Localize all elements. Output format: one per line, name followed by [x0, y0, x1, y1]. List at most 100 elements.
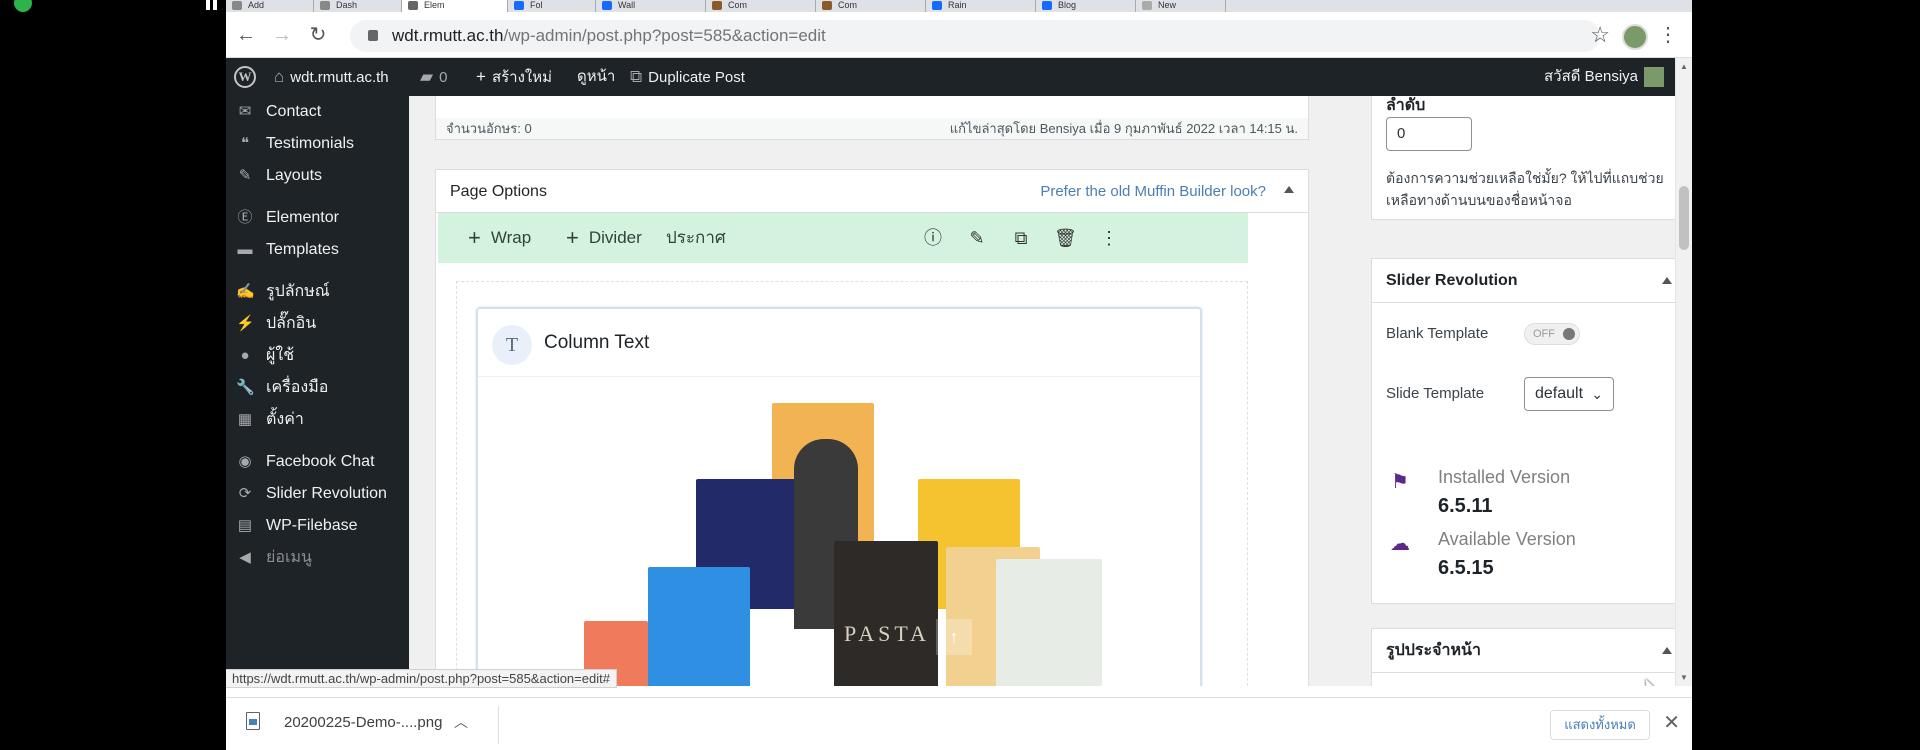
sidebar-item[interactable]: Ⓔ Elementor — [226, 202, 409, 234]
account-menu[interactable]: สวัสดี Bensiya — [1544, 58, 1664, 96]
edit-icon[interactable]: ✎ — [966, 227, 988, 249]
column-text-header: T Column Text — [478, 309, 1200, 377]
sidebar-item[interactable]: ● ผู้ใช้ — [226, 340, 409, 372]
info-icon[interactable]: ⓘ — [922, 227, 944, 249]
sidebar-item[interactable]: ✍ รูปลักษณ์ — [226, 276, 409, 308]
add-divider-button[interactable]: + Divider — [566, 213, 642, 263]
url-host: wdt.rmutt.ac.th — [392, 26, 504, 45]
sidebar-item-label: Layouts — [266, 167, 323, 184]
tab-strip: Add Dash Elem Fol Wall Com Com Rain Blog New — [226, 0, 1692, 12]
page-scrollbar[interactable]: ▲ ▼ — [1675, 58, 1692, 686]
page-order-box: ลำดับ 0 ต้องการความช่วยเหลือใช่มั้ย? ให้… — [1371, 96, 1692, 220]
delete-icon[interactable]: 🗑 — [1054, 227, 1077, 249]
back-icon[interactable]: ← — [234, 24, 258, 48]
comments-link[interactable]: ▰ 0 — [420, 58, 447, 96]
browser-tab[interactable]: Wall — [596, 0, 706, 12]
sidebar-item-label: Testimonials — [266, 135, 355, 152]
sidebar-item[interactable]: ◀ ย่อเมนู — [226, 542, 409, 574]
sidebar-item[interactable]: ◉ Facebook Chat — [226, 446, 409, 478]
add-wrap-button[interactable]: + Wrap — [468, 213, 531, 263]
scroll-up-icon[interactable]: ↑ — [936, 619, 972, 655]
preview-card — [996, 559, 1102, 686]
sidebar-item[interactable]: ▬ Templates — [226, 234, 409, 266]
browser-tab[interactable]: Com — [706, 0, 816, 12]
sidebar-item-label: Slider Revolution — [266, 485, 387, 502]
sidebar-item[interactable]: ✉ Contact — [226, 96, 409, 128]
lock-icon — [368, 30, 378, 41]
column-text-item[interactable]: T Column Text PASTA ↑ — [476, 307, 1202, 686]
sidebar-item[interactable]: ⚡ ปลั๊กอิน — [226, 308, 409, 340]
download-shelf: 20200225-Demo-....png ︿ แสดงทั้งหมด ✕ — [226, 697, 1692, 750]
site-name-link[interactable]: ⌂ wdt.rmutt.ac.th — [274, 58, 389, 96]
chevron-up-icon[interactable]: ︿ — [454, 712, 468, 732]
pencil-icon: ✎ — [238, 167, 252, 184]
preview-card-text: PASTA — [844, 621, 930, 646]
available-version-label: Available Version — [1438, 529, 1576, 549]
order-help-text: ต้องการความช่วยเหลือใช่มั้ย? ให้ไปที่แถบ… — [1386, 170, 1664, 208]
wordpress-logo-icon[interactable]: W — [234, 66, 256, 88]
view-page-link[interactable]: ดูหน้า — [577, 58, 615, 96]
sidebar-item[interactable]: ✎ Layouts — [226, 160, 409, 192]
plugin-icon: ⚡ — [236, 315, 255, 332]
collapse-caret-icon[interactable] — [1662, 277, 1672, 284]
tab-label: Add — [248, 0, 265, 10]
collapse-caret-icon[interactable] — [1284, 186, 1294, 193]
page-options-header[interactable]: Page Options Prefer the old Muffin Build… — [435, 169, 1309, 213]
show-all-button[interactable]: แสดงทั้งหมด — [1550, 710, 1650, 740]
reload-icon[interactable]: ↻ — [306, 24, 330, 48]
scroll-up-arrow-icon[interactable]: ▲ — [1680, 62, 1688, 71]
blank-template-toggle[interactable]: OFF — [1524, 323, 1580, 345]
slide-template-select[interactable]: default ⌄ — [1524, 377, 1614, 411]
sidebar-item-label: รูปลักษณ์ — [266, 283, 330, 300]
url-field[interactable]: wdt.rmutt.ac.th/wp-admin/post.php?post=5… — [350, 20, 1600, 52]
browser-tab[interactable]: Dash — [314, 0, 402, 12]
available-version-value: 6.5.15 — [1438, 557, 1494, 579]
brush-icon: ✍ — [236, 283, 255, 300]
collapse-caret-icon[interactable] — [1662, 647, 1672, 654]
clone-icon[interactable]: ⧉ — [1010, 227, 1032, 249]
pause-icon — [206, 0, 210, 10]
sidebar-item[interactable]: ▤ WP-Filebase — [226, 510, 409, 542]
old-builder-link[interactable]: Prefer the old Muffin Builder look? — [1040, 170, 1266, 214]
browser-tab[interactable]: Com — [816, 0, 926, 12]
more-options-icon[interactable]: ⋮ — [1098, 227, 1120, 249]
sidebar-item[interactable]: ⟳ Slider Revolution — [226, 478, 409, 510]
browser-tab[interactable]: Add — [226, 0, 314, 12]
browser-tab[interactable]: Blog — [1036, 0, 1136, 12]
greeting-label: สวัสดี Bensiya — [1543, 68, 1638, 85]
sidebar-item[interactable]: ❝ Testimonials — [226, 128, 409, 160]
profile-avatar[interactable] — [1622, 24, 1648, 50]
installed-version-value: 6.5.11 — [1438, 495, 1493, 517]
browser-tab[interactable]: Fol — [508, 0, 596, 12]
download-item[interactable]: 20200225-Demo-....png ︿ — [226, 698, 498, 750]
sidebar-item[interactable]: ▦ ตั้งค่า — [226, 404, 409, 436]
slider-revolution-box: Slider Revolution Blank Template OFF Sli… — [1371, 258, 1692, 604]
slider-revolution-body: Blank Template OFF Slide Template defaul… — [1372, 303, 1692, 603]
close-icon[interactable]: ✕ — [1663, 710, 1680, 735]
section-label-button[interactable]: ประกาศ — [666, 213, 726, 263]
new-content-link[interactable]: + สร้างใหม่ — [476, 58, 552, 96]
browser-menu-icon[interactable]: ⋮ — [1658, 22, 1678, 47]
featured-image-header[interactable]: รูปประจำหน้า — [1372, 629, 1692, 673]
sidebar-item[interactable]: 🔧 เครื่องมือ — [226, 372, 409, 404]
browser-tab[interactable]: Rain — [926, 0, 1036, 12]
order-input[interactable]: 0 — [1386, 117, 1472, 151]
comments-count: 0 — [439, 69, 448, 86]
forward-icon[interactable]: → — [270, 24, 294, 48]
messenger-icon: ◉ — [238, 453, 252, 470]
browser-tab[interactable]: Elem — [402, 0, 508, 12]
blank-template-label: Blank Template — [1386, 325, 1489, 342]
settings-icon: ▦ — [237, 411, 253, 428]
scroll-down-arrow-icon[interactable]: ▼ — [1680, 673, 1688, 682]
bookmark-star-icon[interactable]: ☆ — [1590, 22, 1610, 48]
elementor-icon: Ⓔ — [237, 209, 253, 226]
wrench-icon: 🔧 — [236, 379, 255, 396]
duplicate-post-link[interactable]: ⧉ Duplicate Post — [630, 58, 745, 96]
slider-revolution-header[interactable]: Slider Revolution — [1372, 259, 1692, 303]
editor-content-bottom — [435, 96, 1309, 120]
site-name-label: wdt.rmutt.ac.th — [290, 69, 389, 86]
user-icon: ● — [240, 347, 250, 364]
scroll-thumb[interactable] — [1679, 186, 1689, 250]
tab-label: Com — [728, 0, 748, 10]
browser-tab[interactable]: New — [1136, 0, 1226, 12]
